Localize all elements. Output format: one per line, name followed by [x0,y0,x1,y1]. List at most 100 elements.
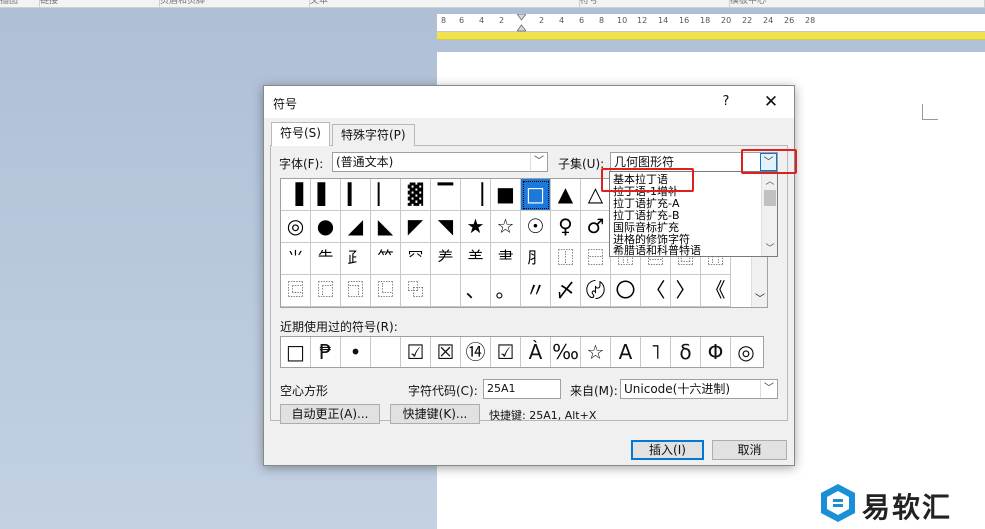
symbol-cell[interactable]: ⿰ [551,243,581,275]
symbol-cell[interactable]: ⺼ [521,243,551,275]
symbol-cell[interactable]: 《 [701,275,731,307]
symbol-cell[interactable]: ◢ [341,211,371,243]
symbol-cell[interactable]: ⿻ [401,275,431,307]
recent-symbol-cell[interactable]: ☒ [431,337,461,367]
recent-symbol-cell[interactable]: □ [281,337,311,367]
symbol-cell-selected[interactable]: □ [521,179,551,211]
symbol-cell[interactable]: 〉 [671,275,701,307]
help-button[interactable]: ? [714,91,738,113]
chevron-down-icon[interactable]: ﹀ [752,290,768,305]
ruler-tick: 4 [559,16,565,25]
symbol-cell[interactable]: 、 [461,275,491,307]
recent-symbol-cell[interactable]: À [521,337,551,367]
recent-symbol-cell[interactable]: ☑ [491,337,521,367]
cancel-button[interactable]: 取消 [712,440,787,460]
symbol-cell[interactable]: ▕ [461,179,491,211]
recent-symbol-cell[interactable]: A [611,337,641,367]
symbol-cell[interactable]: ▌ [311,179,341,211]
chevron-down-icon[interactable]: ﹀ [762,241,777,254]
symbol-cell[interactable]: ▔ [431,179,461,211]
recent-symbol-cell[interactable]: ‰ [551,337,581,367]
symbol-cell[interactable]: ⺧ [311,243,341,275]
symbol-cell[interactable]: 〇 [611,275,641,307]
recent-symbol-cell[interactable] [371,337,401,367]
symbol-cell[interactable]: ▏ [371,179,401,211]
char-name: 空心方形 [280,384,329,398]
ribbon-group-illustrations[interactable]: 插图 [0,0,40,8]
symbol-cell[interactable]: ☆ [491,211,521,243]
symbol-cell[interactable] [431,275,461,307]
recent-symbol-cell[interactable]: ☆ [581,337,611,367]
symbol-cell[interactable]: ⺷ [461,243,491,275]
page-margin-band [437,32,985,40]
symbol-cell[interactable]: ▲ [551,179,581,211]
recent-symbol-cell[interactable]: Φ [701,337,731,367]
ruler-tick: 24 [763,16,774,25]
symbol-cell[interactable]: 〆 [551,275,581,307]
from-select[interactable]: Unicode(十六进制) ﹀ [620,379,778,399]
tab-special-characters[interactable]: 特殊字符(P) [332,124,415,146]
font-select[interactable]: (普通文本) ﹀ [332,152,548,172]
chevron-down-icon[interactable]: ﹀ [760,380,777,398]
symbol-cell[interactable]: ★ [461,211,491,243]
ribbon-group-header-footer[interactable]: 页眉和页脚 [160,0,310,8]
symbol-cell[interactable]: 。 [491,275,521,307]
symbol-cell[interactable]: ⺌ [281,243,311,275]
symbol-cell[interactable]: ▐ [281,179,311,211]
chevron-down-icon[interactable]: ﹀ [530,153,547,171]
char-code-input[interactable]: 25A1 [483,379,561,399]
symbol-cell[interactable]: 〈 [641,275,671,307]
dropdown-scrollbar[interactable]: ︿ ﹀ [761,172,777,256]
symbol-cell[interactable]: ⿺ [371,275,401,307]
symbol-cell[interactable]: ♂ [581,211,611,243]
symbol-cell[interactable]: ◣ [371,211,401,243]
indent-marker-icon[interactable] [517,14,526,32]
dialog-titlebar[interactable]: 符号 ? ✕ [264,86,794,118]
ribbon-group-text[interactable]: 文本 [310,0,580,8]
symbol-cell[interactable]: ⺮ [371,243,401,275]
recent-symbol-cell[interactable]: ⑭ [461,337,491,367]
symbol-cell[interactable]: ⺶ [431,243,461,275]
recent-symbol-cell[interactable]: ☑ [401,337,431,367]
symbol-cell[interactable]: ⺳ [401,243,431,275]
symbol-cell[interactable]: 〄 [581,275,611,307]
symbol-cell[interactable]: ⺻ [491,243,521,275]
recent-symbols[interactable]: □ ₱ • ☑ ☒ ⑭ ☑ À ‰ ☆ A ˥ δ Φ ◎ [280,336,764,368]
symbol-cell[interactable]: 〃 [521,275,551,307]
recent-symbol-cell[interactable]: ₱ [311,337,341,367]
symbol-cell[interactable]: ▎ [341,179,371,211]
autocorrect-button[interactable]: 自动更正(A)... [280,404,380,424]
symbol-cell[interactable]: ◎ [281,211,311,243]
logo-icon [821,484,855,522]
symbol-cell[interactable]: ◤ [401,211,431,243]
symbol-cell[interactable]: ⿸ [311,275,341,307]
recent-symbol-cell[interactable]: ◎ [731,337,761,367]
symbol-cell[interactable]: ⺪ [341,243,371,275]
ribbon-group-links[interactable]: 链接 [40,0,160,8]
scrollbar-thumb[interactable] [764,190,776,206]
recent-symbol-cell[interactable]: • [341,337,371,367]
shortcut-key-button[interactable]: 快捷键(K)... [390,404,480,424]
recent-symbol-cell[interactable]: ˥ [641,337,671,367]
symbol-cell[interactable]: ⿱ [581,243,611,275]
insert-button[interactable]: 插入(I) [631,440,704,460]
from-label: 来自(M): [570,384,618,398]
symbol-cell[interactable]: ⿹ [341,275,371,307]
horizontal-ruler[interactable]: 8 6 4 2 2 4 6 8 10 12 14 16 18 20 22 24 … [437,14,985,32]
ruler-tick: 6 [459,16,465,25]
font-label: 字体(F): [279,157,324,171]
symbol-cell[interactable]: ▓ [401,179,431,211]
symbol-cell[interactable]: ⿷ [281,275,311,307]
tab-symbols[interactable]: 符号(S) [271,122,330,146]
symbol-cell[interactable]: ☉ [521,211,551,243]
symbol-cell[interactable]: ● [311,211,341,243]
dropdown-option[interactable]: 希腊语和科普特语 [613,245,701,257]
symbol-cell[interactable]: ■ [491,179,521,211]
symbol-cell[interactable]: ◥ [431,211,461,243]
ribbon-group-symbols[interactable]: 符号 [580,0,730,8]
close-button[interactable]: ✕ [758,91,784,113]
ribbon-group-template-center[interactable]: 模板中心 [730,0,985,8]
chevron-up-icon[interactable]: ︿ [762,174,777,187]
symbol-cell[interactable]: ♀ [551,211,581,243]
recent-symbol-cell[interactable]: δ [671,337,701,367]
